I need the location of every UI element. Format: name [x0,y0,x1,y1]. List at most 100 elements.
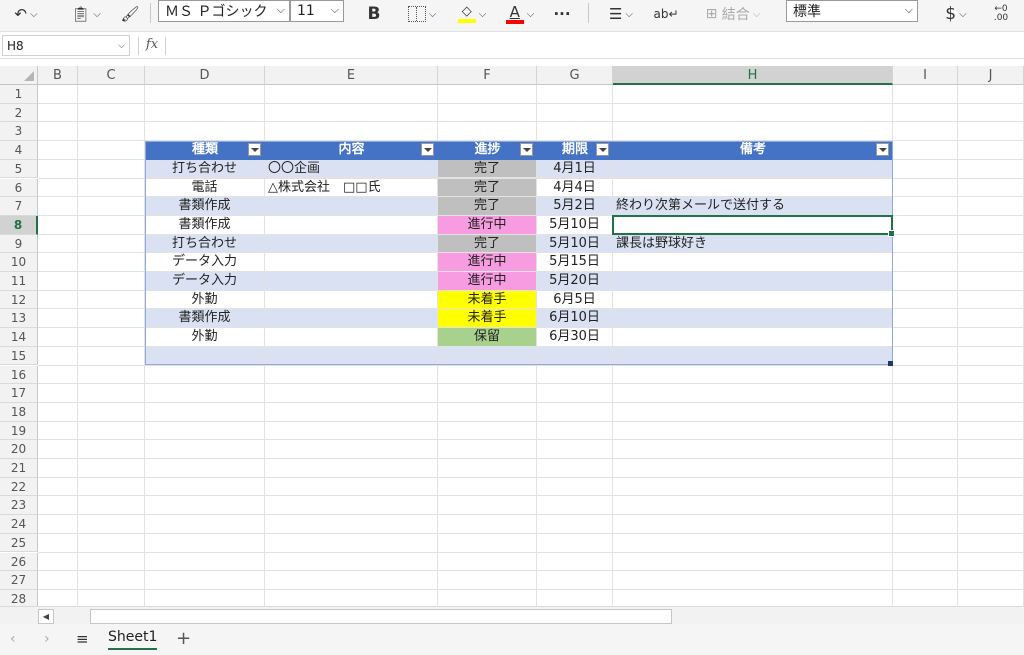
row-header-3[interactable]: 3 [0,122,38,142]
column-header-d[interactable]: D [145,66,265,85]
formula-input[interactable] [170,35,1020,56]
row-header-1[interactable]: 1 [0,85,38,104]
active-cell-selection[interactable] [612,214,895,237]
gridline [38,102,1024,104]
column-header-j[interactable]: J [958,66,1024,85]
task-table [145,141,893,366]
merge-button[interactable]: ⊞ 結合 ⌵ [692,0,774,28]
ribbon-separator [588,3,589,23]
gridline [38,476,1024,478]
row-header-23[interactable]: 23 [0,496,38,516]
row-header-15[interactable]: 15 [0,346,38,366]
gridline [38,514,1024,516]
font-color-button[interactable]: A ⌵ [500,0,540,28]
row-header-18[interactable]: 18 [0,402,38,422]
row-header-12[interactable]: 12 [0,290,38,310]
column-header-i[interactable]: I [893,66,958,85]
sheet-tab-sheet1[interactable]: Sheet1 [108,629,158,650]
format-painter-button[interactable]: 🖌︎ [116,0,144,28]
row-header-8[interactable]: 8 [0,215,38,235]
gridline [38,383,1024,385]
row-header-4[interactable]: 4 [0,141,38,160]
row-header-7[interactable]: 7 [0,197,38,216]
gridline [38,551,1024,553]
row-header-17[interactable]: 17 [0,384,38,403]
gridline [38,588,1024,590]
row-header-26[interactable]: 26 [0,552,38,572]
column-header-e[interactable]: E [265,66,438,85]
undo-button[interactable]: ↶ ⌵ [4,0,48,28]
row-header-13[interactable]: 13 [0,309,38,329]
row-header-5[interactable]: 5 [0,159,38,179]
currency-button[interactable]: $ ⌵ [936,0,976,28]
paste-icon: 📋︎ [71,5,91,23]
paste-button[interactable]: 📋︎ ⌵ [64,0,108,28]
number-format-select[interactable]: 標準 ⌵ [786,0,918,22]
gridline [38,570,1024,572]
sheet-tab-bar: ‹ › ≡ Sheet1 + [0,624,1024,655]
next-sheet-button[interactable]: › [44,631,50,647]
gridline [38,532,1024,534]
row-header-28[interactable]: 28 [0,589,38,606]
font-name-select[interactable]: ＭＳ Ｐゴシック ⌵ [158,0,290,22]
column-header-f[interactable]: F [438,66,537,85]
column-header-h[interactable]: H [613,66,893,85]
format-painter-icon: 🖌︎ [120,5,140,23]
font-name-value: ＭＳ Ｐゴシック [165,4,268,20]
wrap-text-button[interactable]: ab↵ [652,0,680,28]
more-icon: ··· [553,5,571,23]
row-header-14[interactable]: 14 [0,328,38,347]
more-options-button[interactable]: ··· [548,0,576,28]
scroll-left-button[interactable]: ◀ [38,609,54,624]
font-size-select[interactable]: 11 ⌵ [290,0,344,22]
prev-sheet-button[interactable]: ‹ [10,631,16,647]
ribbon-separator [150,3,151,23]
row-header-11[interactable]: 11 [0,272,38,291]
gridline [38,495,1024,497]
scroll-thumb[interactable] [90,609,672,624]
row-header-27[interactable]: 27 [0,571,38,590]
row-header-24[interactable]: 24 [0,515,38,534]
name-box[interactable]: H8 ⌵ [2,35,130,56]
row-header-6[interactable]: 6 [0,178,38,198]
spreadsheet-grid[interactable]: B C D E F G H I J 1 2 3 4 5 6 7 8 9 10 11 12 13 14 15 16 17 18 19 20… [0,66,1024,606]
select-all-corner[interactable] [0,66,38,85]
fx-icon[interactable]: fx [138,37,166,55]
currency-icon: $ [945,4,957,24]
column-header-g[interactable]: G [537,66,613,85]
chevron-down-icon: ⌵ [118,40,125,51]
bold-button[interactable]: B [360,0,388,28]
align-icon: ☰ [608,5,623,23]
row-header-10[interactable]: 10 [0,253,38,272]
row-header-9[interactable]: 9 [0,234,38,254]
merge-icon: ⊞ [705,6,722,22]
font-color-icon: A [505,4,524,24]
add-sheet-button[interactable]: + [176,628,191,649]
gridline [38,439,1024,441]
column-header-b[interactable]: B [38,66,78,85]
row-header-20[interactable]: 20 [0,440,38,459]
row-header-25[interactable]: 25 [0,533,38,553]
fill-handle[interactable] [888,229,895,237]
column-header-c[interactable]: C [78,66,145,85]
row-header-19[interactable]: 19 [0,421,38,441]
fill-color-button[interactable]: ◇ ⌵ [452,0,492,28]
row-header-22[interactable]: 22 [0,477,38,497]
gridline [38,121,1024,123]
row-header-2[interactable]: 2 [0,103,38,123]
align-button[interactable]: ☰ ⌵ [600,0,642,28]
number-format-value: 標準 [793,4,821,20]
chevron-down-icon: ⌵ [904,3,913,16]
sheet-list-menu-icon[interactable]: ≡ [76,630,89,648]
formula-bar: H8 ⌵ fx [0,33,1024,59]
increase-decimal-button[interactable]: ←0 .00 [984,0,1018,28]
borders-button[interactable]: ⌵ [400,0,444,28]
row-header-16[interactable]: 16 [0,365,38,385]
table-resize-handle[interactable] [888,360,893,366]
horizontal-scrollbar[interactable]: ◀ [0,606,1024,625]
gridline [38,420,1024,422]
bold-label: B [367,4,381,24]
name-box-value: H8 [7,38,24,53]
fx-label: fx [145,37,159,52]
row-header-21[interactable]: 21 [0,459,38,478]
